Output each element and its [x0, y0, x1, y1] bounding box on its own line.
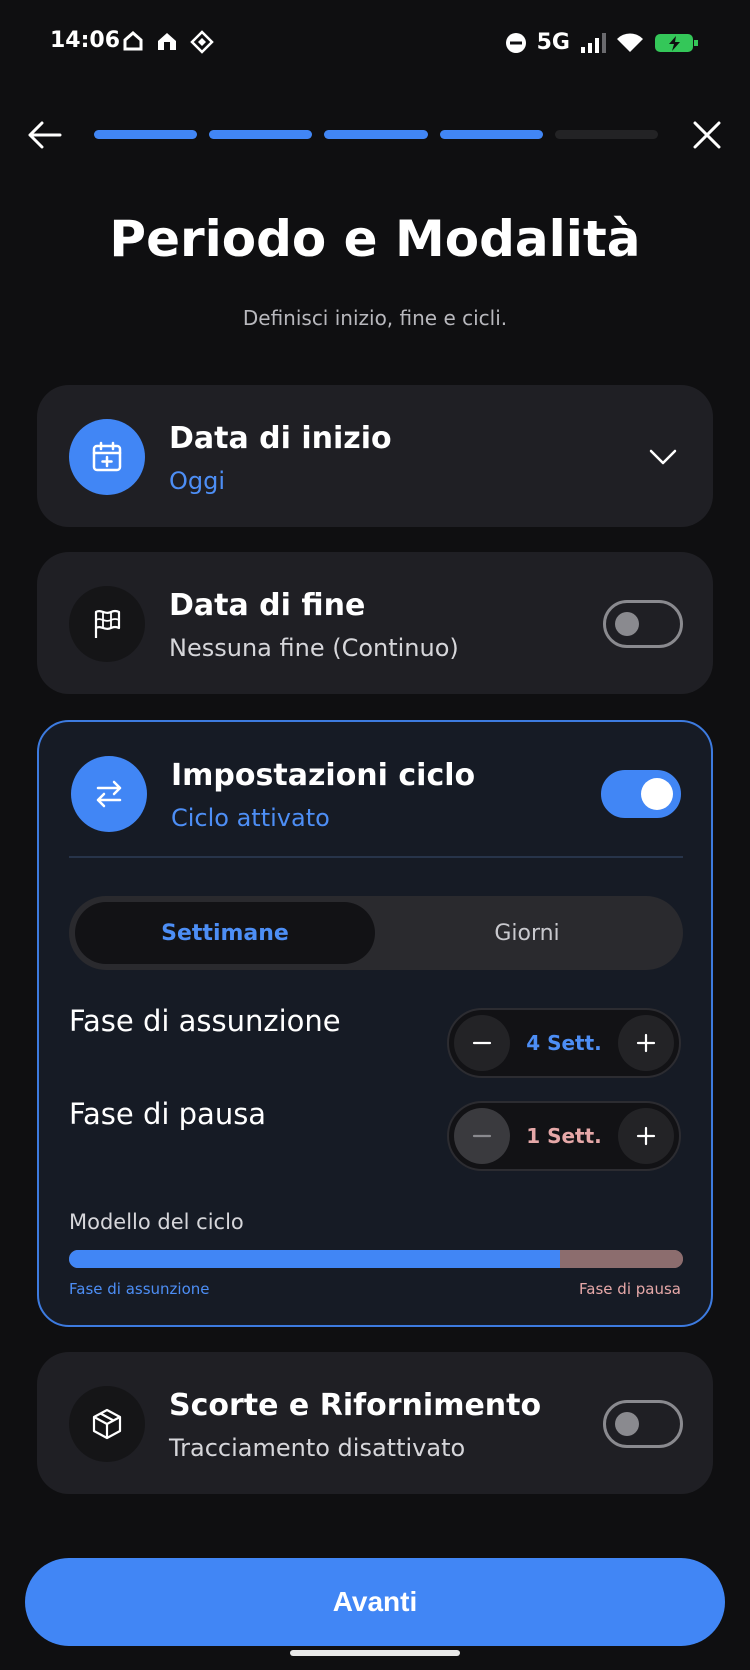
cycle-model-pause-label: Fase di pausa [579, 1280, 681, 1298]
cycle-icon-wrap [71, 756, 147, 832]
toggle-knob [615, 1412, 639, 1436]
end-date-toggle[interactable] [603, 600, 683, 648]
plus-icon [636, 1126, 656, 1146]
unit-weeks-tab[interactable]: Settimane [75, 902, 375, 964]
cycle-toggle[interactable] [601, 770, 681, 818]
pause-phase-value: 1 Sett. [526, 1124, 602, 1148]
status-time: 14:06 [50, 28, 121, 53]
end-date-icon-wrap [69, 586, 145, 662]
back-button[interactable] [22, 112, 68, 158]
home-icon [123, 31, 143, 51]
start-date-card[interactable]: Data di inizio Oggi [37, 385, 713, 527]
chevron-down-icon[interactable] [647, 441, 679, 473]
toggle-knob [615, 612, 639, 636]
unit-segmented-control: Settimane Giorni [69, 896, 683, 970]
minus-icon [472, 1134, 492, 1138]
pause-decrement-button[interactable] [454, 1108, 510, 1164]
network-type: 5G [536, 30, 570, 55]
cycle-model-bar [69, 1250, 683, 1268]
minus-icon [472, 1041, 492, 1045]
progress-step-1 [94, 130, 198, 139]
status-notification-icons [122, 30, 214, 54]
pause-phase-stepper: 1 Sett. [447, 1101, 681, 1171]
page-subtitle: Definisci inizio, fine e cicli. [242, 306, 508, 330]
close-icon [693, 121, 721, 149]
home-app-icon [158, 33, 176, 50]
intake-increment-button[interactable] [618, 1015, 674, 1071]
cycle-status: Ciclo attivato [171, 804, 330, 832]
stock-card: Scorte e Rifornimento Tracciamento disat… [37, 1352, 713, 1494]
next-button[interactable]: Avanti [25, 1558, 725, 1646]
close-button[interactable] [684, 112, 730, 158]
plus-icon [636, 1033, 656, 1053]
end-date-card: Data di fine Nessuna fine (Continuo) [37, 552, 713, 694]
stock-icon-wrap [69, 1386, 145, 1462]
end-date-title: Data di fine [169, 588, 366, 623]
toggle-knob [641, 778, 673, 810]
box-icon [92, 1408, 122, 1440]
intake-phase-value: 4 Sett. [526, 1031, 602, 1055]
status-bar: 14:06 5G [0, 0, 750, 88]
divider [69, 856, 683, 858]
diamond-app-icon [190, 30, 214, 54]
start-date-icon-wrap [69, 419, 145, 495]
cycle-model-label: Modello del ciclo [69, 1210, 244, 1234]
cycle-model-intake-segment [69, 1250, 561, 1268]
calendar-plus-icon [92, 441, 122, 472]
swap-arrows-icon [96, 780, 122, 808]
wizard-progress [94, 130, 659, 139]
cycle-title: Impostazioni ciclo [171, 758, 476, 793]
cycle-model-pause-segment [560, 1250, 683, 1268]
flag-icon [94, 609, 121, 638]
home-indicator [290, 1650, 460, 1656]
intake-decrement-button[interactable] [454, 1015, 510, 1071]
pause-phase-label: Fase di pausa [69, 1097, 267, 1131]
start-date-value: Oggi [169, 467, 226, 495]
wifi-icon [617, 32, 643, 52]
progress-step-4 [439, 130, 543, 139]
pause-increment-button[interactable] [618, 1108, 674, 1164]
status-right: 5G [505, 30, 700, 55]
start-date-title: Data di inizio [169, 421, 392, 456]
end-date-value: Nessuna fine (Continuo) [169, 634, 459, 662]
battery-icon [655, 33, 698, 52]
stock-toggle[interactable] [603, 1400, 683, 1448]
cycle-settings-card: Impostazioni ciclo Ciclo attivato Settim… [37, 720, 713, 1327]
unit-days-tab[interactable]: Giorni [377, 902, 677, 964]
page-title: Periodo e Modalità [109, 210, 641, 268]
stock-title: Scorte e Rifornimento [169, 1388, 542, 1423]
cycle-model-intake-label: Fase di assunzione [69, 1280, 210, 1298]
do-not-disturb-icon [505, 32, 526, 53]
stock-value: Tracciamento disattivato [169, 1434, 466, 1462]
progress-step-5 [554, 130, 659, 139]
progress-step-3 [324, 130, 428, 139]
intake-phase-label: Fase di assunzione [69, 1004, 341, 1038]
progress-step-2 [209, 130, 313, 139]
signal-icon [581, 32, 606, 53]
arrow-left-icon [28, 121, 62, 149]
intake-phase-stepper: 4 Sett. [447, 1008, 681, 1078]
